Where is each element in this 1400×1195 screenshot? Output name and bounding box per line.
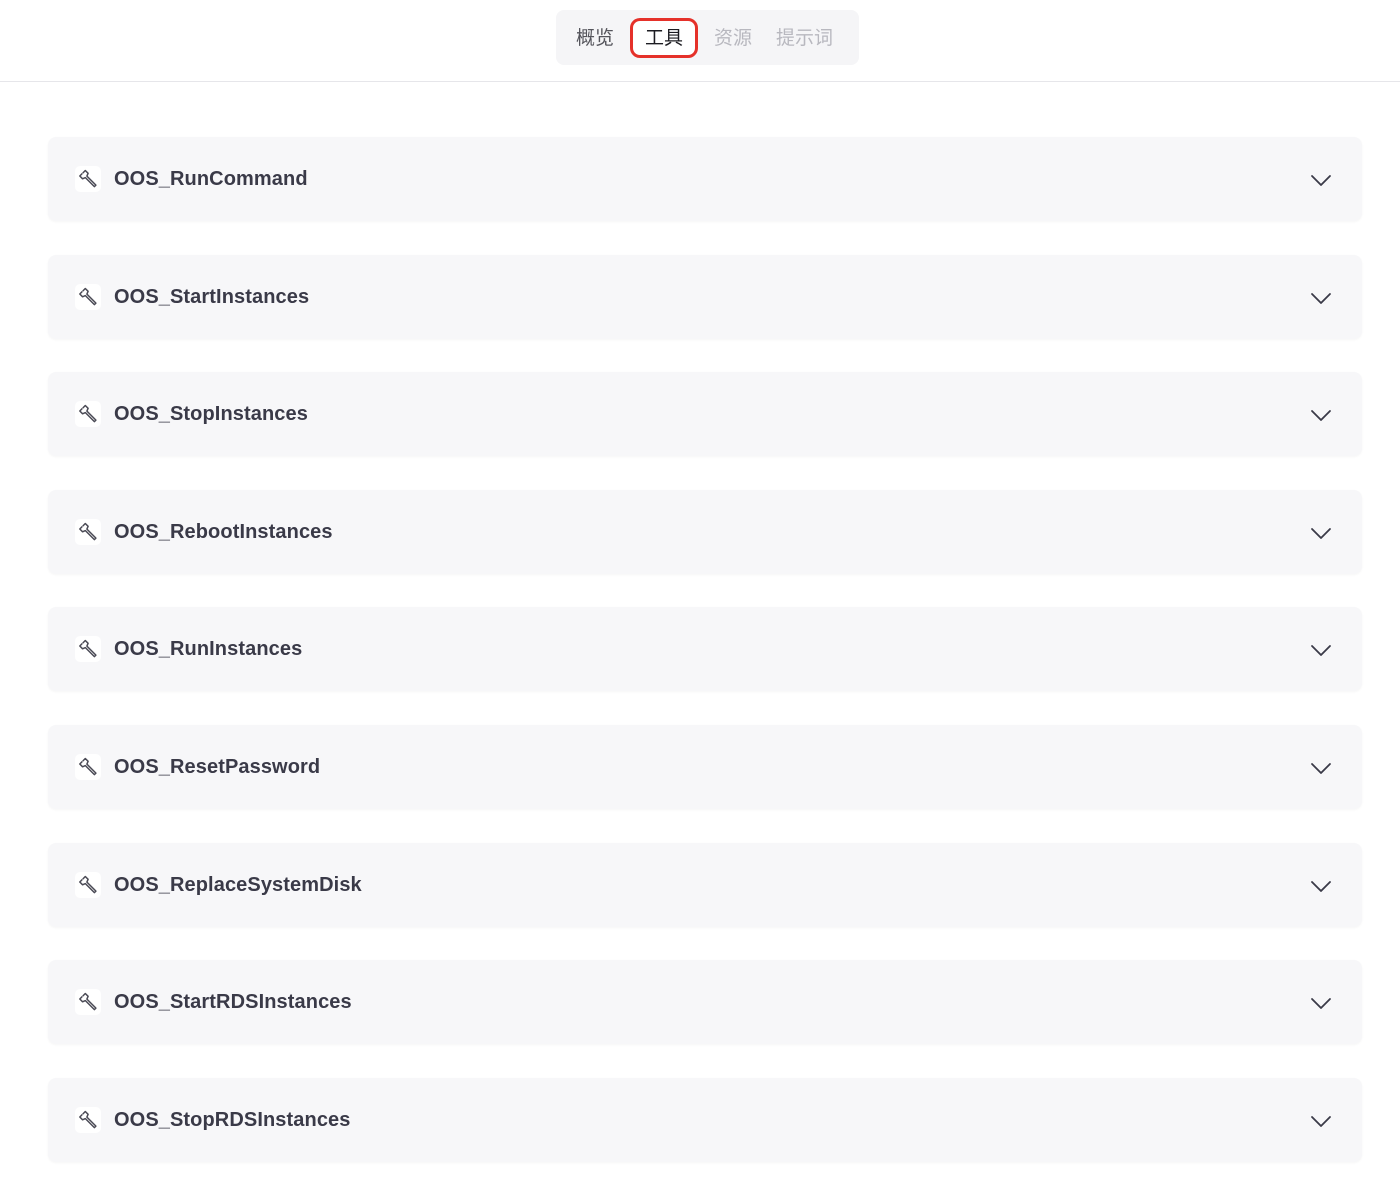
tool-item[interactable]: OOS_StartRDSInstances <box>48 960 1362 1045</box>
chevron-down-icon[interactable] <box>1310 169 1332 191</box>
chevron-down-icon[interactable] <box>1310 1110 1332 1132</box>
tool-name: OOS_ReplaceSystemDisk <box>114 873 362 896</box>
tab-tools[interactable]: 工具 <box>630 17 699 58</box>
tool-item[interactable]: OOS_StopInstances <box>48 372 1362 457</box>
tab-prompts[interactable]: 提示词 <box>768 18 841 58</box>
chevron-down-icon[interactable] <box>1310 404 1332 426</box>
tool-item[interactable]: OOS_StopRDSInstances <box>48 1077 1362 1162</box>
tool-name: OOS_StopInstances <box>114 403 308 426</box>
tool-name: OOS_StopRDSInstances <box>114 1108 351 1131</box>
tool-item[interactable]: OOS_ReplaceSystemDisk <box>48 842 1362 927</box>
tool-item[interactable]: OOS_RunCommand <box>48 137 1362 221</box>
wrench-icon <box>75 401 101 428</box>
tool-item[interactable]: OOS_StartInstances <box>48 254 1362 339</box>
tab-resources[interactable]: 资源 <box>706 18 760 58</box>
wrench-icon <box>75 1106 101 1133</box>
wrench-icon <box>75 989 101 1016</box>
tool-name: OOS_StartRDSInstances <box>114 991 352 1014</box>
tool-list: OOS_RunCommand OOS_StartInstances OOS_St… <box>48 137 1362 1195</box>
wrench-icon <box>75 753 101 780</box>
tool-name: OOS_ResetPassword <box>114 755 321 778</box>
tool-name: OOS_StartInstances <box>114 285 310 308</box>
wrench-icon <box>75 636 101 663</box>
chevron-down-icon[interactable] <box>1310 287 1332 309</box>
tool-item[interactable]: OOS_RebootInstances <box>48 489 1362 574</box>
chevron-down-icon[interactable] <box>1310 639 1332 661</box>
tool-item[interactable]: OOS_ResetPassword <box>48 724 1362 809</box>
chevron-down-icon[interactable] <box>1310 757 1332 779</box>
wrench-icon <box>75 166 101 192</box>
tab-switcher: 概览 工具 资源 提示词 <box>556 10 859 65</box>
wrench-icon <box>75 871 101 898</box>
top-bar: 概览 工具 资源 提示词 <box>0 0 1400 82</box>
tool-name: OOS_RunInstances <box>114 638 303 661</box>
chevron-down-icon[interactable] <box>1310 992 1332 1014</box>
tool-name: OOS_RunCommand <box>114 168 308 190</box>
wrench-icon <box>75 518 101 545</box>
tool-item[interactable]: OOS_RunInstances <box>48 607 1362 692</box>
tool-name: OOS_RebootInstances <box>114 520 333 543</box>
wrench-icon <box>75 283 101 310</box>
chevron-down-icon[interactable] <box>1310 875 1332 897</box>
tab-overview[interactable]: 概览 <box>568 18 622 58</box>
chevron-down-icon[interactable] <box>1310 522 1332 544</box>
